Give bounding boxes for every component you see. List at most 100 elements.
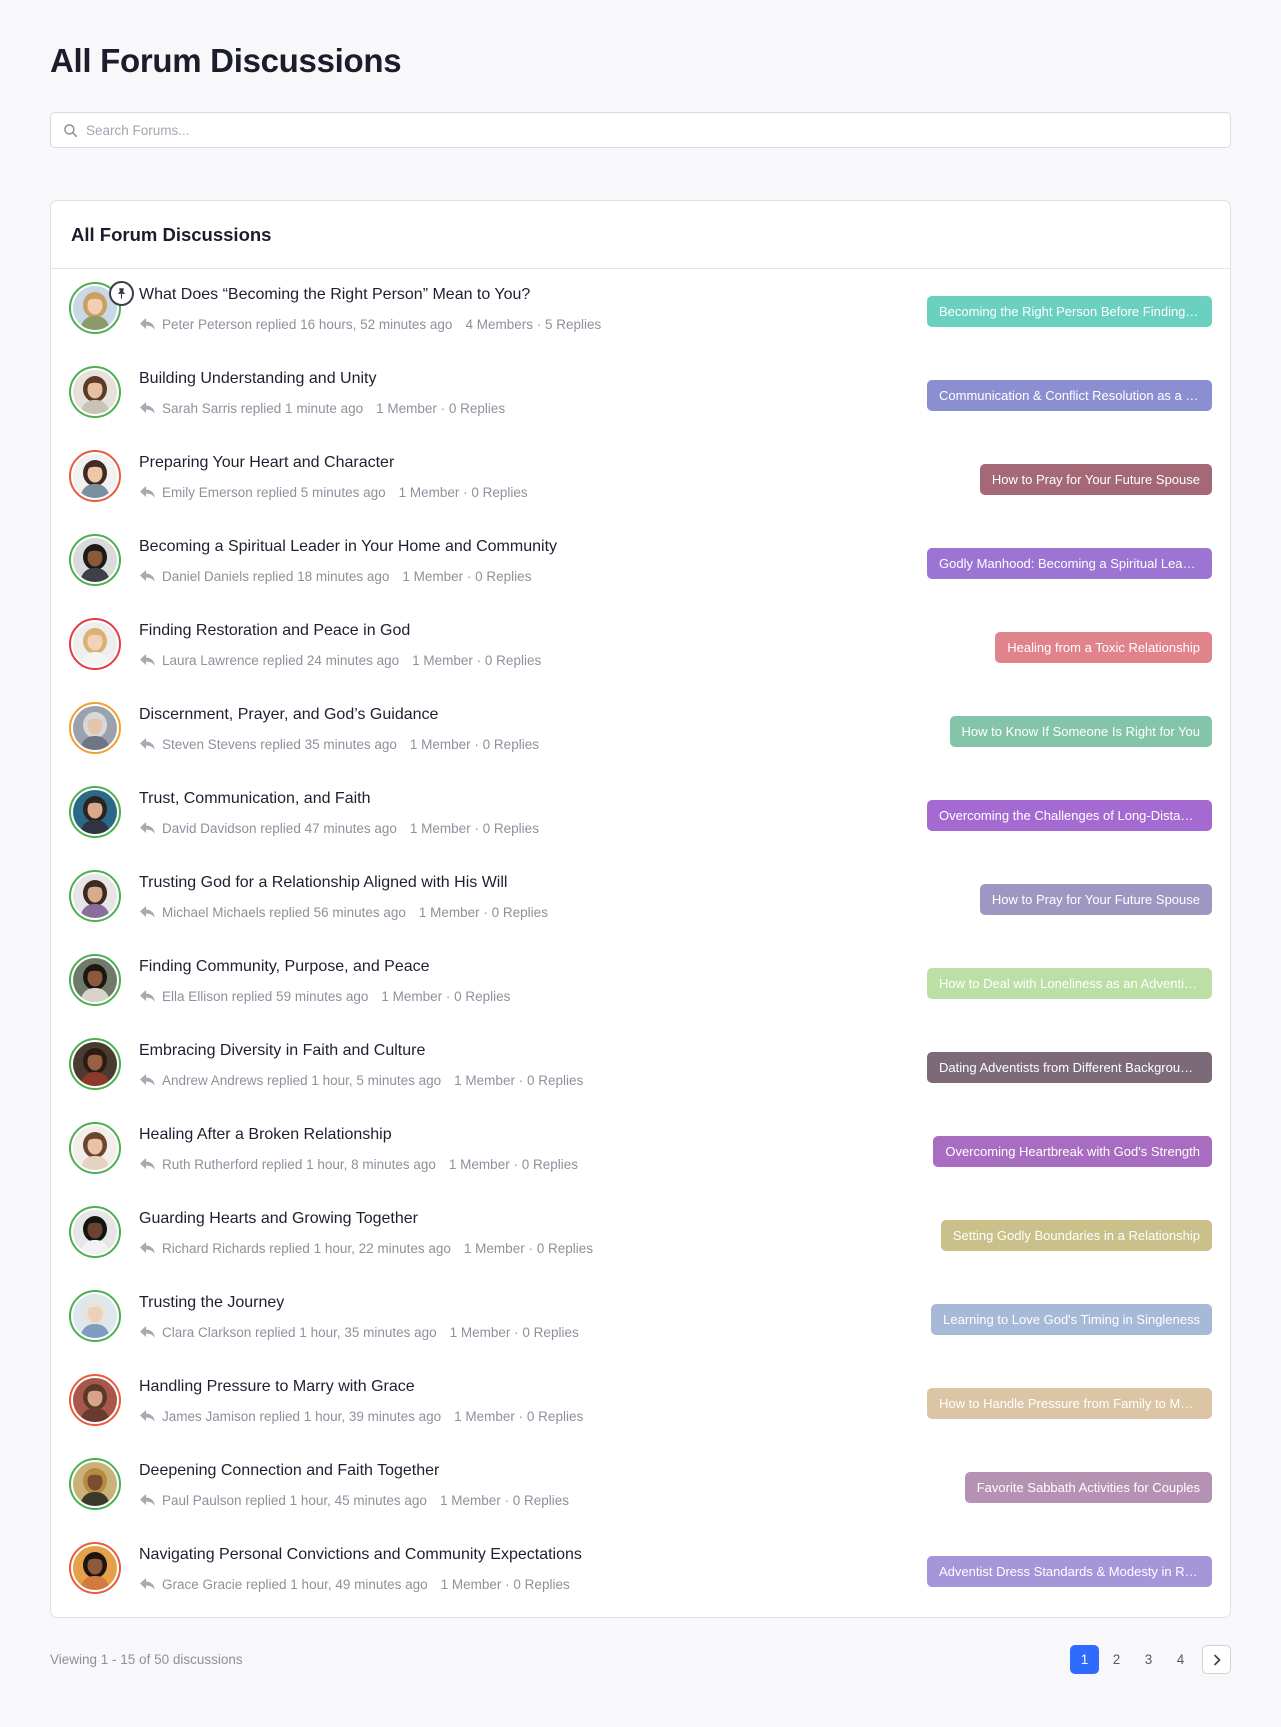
avatar[interactable] [69, 954, 121, 1006]
discussion-title[interactable]: Trust, Communication, and Faith [139, 790, 371, 808]
last-reply-info[interactable]: Clara Clarkson replied 1 hour, 35 minute… [162, 1325, 437, 1340]
discussion-title[interactable]: Becoming a Spiritual Leader in Your Home… [139, 538, 557, 556]
discussion-title[interactable]: Discernment, Prayer, and God’s Guidance [139, 706, 438, 724]
forum-tag[interactable]: Becoming the Right Person Before Finding… [927, 296, 1212, 327]
last-reply-info[interactable]: Laura Lawrence replied 24 minutes ago [162, 653, 399, 668]
page-2-button[interactable]: 2 [1102, 1645, 1131, 1674]
last-reply-info[interactable]: Daniel Daniels replied 18 minutes ago [162, 569, 389, 584]
avatar[interactable] [69, 366, 121, 418]
discussion-row[interactable]: Trusting the Journey Clara Clarkson repl… [51, 1277, 1230, 1361]
last-reply-info[interactable]: Paul Paulson replied 1 hour, 45 minutes … [162, 1493, 427, 1508]
discussion-row[interactable]: Healing After a Broken Relationship Ruth… [51, 1109, 1230, 1193]
next-page-button[interactable] [1202, 1645, 1231, 1674]
member-reply-count: 1 Member · 0 Replies [398, 484, 528, 500]
forum-tag[interactable]: How to Deal with Loneliness as an Advent… [927, 968, 1212, 999]
forum-tag[interactable]: Healing from a Toxic Relationship [995, 632, 1212, 663]
discussion-row[interactable]: Finding Restoration and Peace in God Lau… [51, 605, 1230, 689]
avatar[interactable] [69, 1374, 121, 1426]
reply-arrow-icon [140, 570, 155, 582]
avatar[interactable] [69, 1206, 121, 1258]
avatar[interactable] [69, 786, 121, 838]
discussion-title[interactable]: Handling Pressure to Marry with Grace [139, 1378, 415, 1396]
last-reply-info[interactable]: Ella Ellison replied 59 minutes ago [162, 989, 368, 1004]
discussion-title[interactable]: Deepening Connection and Faith Together [139, 1462, 439, 1480]
forum-tag[interactable]: Overcoming the Challenges of Long-Distan… [927, 800, 1212, 831]
discussion-row[interactable]: Handling Pressure to Marry with Grace Ja… [51, 1361, 1230, 1445]
forum-tag[interactable]: Learning to Love God's Timing in Singlen… [931, 1304, 1212, 1335]
discussion-row[interactable]: Trusting God for a Relationship Aligned … [51, 857, 1230, 941]
discussion-title[interactable]: Preparing Your Heart and Character [139, 454, 394, 472]
forum-tag[interactable]: Godly Manhood: Becoming a Spiritual Lead… [927, 548, 1212, 579]
forum-tag[interactable]: How to Handle Pressure from Family to Ma… [927, 1388, 1212, 1419]
avatar[interactable] [69, 1542, 121, 1594]
last-reply-info[interactable]: Steven Stevens replied 35 minutes ago [162, 737, 397, 752]
discussion-title[interactable]: Guarding Hearts and Growing Together [139, 1210, 418, 1228]
avatar-image [73, 790, 117, 834]
discussion-row[interactable]: Finding Community, Purpose, and Peace El… [51, 941, 1230, 1025]
person-icon [73, 370, 117, 414]
last-reply-info[interactable]: Ruth Rutherford replied 1 hour, 8 minute… [162, 1157, 436, 1172]
last-reply-info[interactable]: Grace Gracie replied 1 hour, 49 minutes … [162, 1577, 428, 1592]
last-reply-info[interactable]: Andrew Andrews replied 1 hour, 5 minutes… [162, 1073, 441, 1088]
card-title: All Forum Discussions [71, 223, 272, 245]
discussion-row[interactable]: Deepening Connection and Faith Together … [51, 1445, 1230, 1529]
forum-tag[interactable]: Communication & Conflict Resolution as a… [927, 380, 1212, 411]
discussion-row[interactable]: Embracing Diversity in Faith and Culture… [51, 1025, 1230, 1109]
discussion-row[interactable]: Trust, Communication, and Faith David Da… [51, 773, 1230, 857]
last-reply-info[interactable]: Richard Richards replied 1 hour, 22 minu… [162, 1241, 451, 1256]
discussion-row[interactable]: Building Understanding and Unity Sarah S… [51, 353, 1230, 437]
avatar[interactable] [69, 702, 121, 754]
last-reply-info[interactable]: Sarah Sarris replied 1 minute ago [162, 401, 363, 416]
discussion-title[interactable]: Navigating Personal Convictions and Comm… [139, 1546, 582, 1564]
avatar[interactable] [69, 534, 121, 586]
discussion-meta: Richard Richards replied 1 hour, 22 minu… [139, 1239, 593, 1257]
last-reply-info[interactable]: Peter Peterson replied 16 hours, 52 minu… [162, 317, 452, 332]
last-reply-info[interactable]: Emily Emerson replied 5 minutes ago [162, 485, 386, 500]
reply-arrow-icon [140, 906, 155, 918]
forum-tag[interactable]: How to Pray for Your Future Spouse [979, 464, 1212, 495]
search-input[interactable] [86, 122, 1186, 138]
search-bar[interactable] [50, 112, 1231, 148]
last-reply-info[interactable]: James Jamison replied 1 hour, 39 minutes… [162, 1409, 441, 1424]
discussion-title[interactable]: Trusting the Journey [139, 1294, 284, 1312]
forum-tag[interactable]: How to Pray for Your Future Spouse [979, 884, 1212, 915]
avatar[interactable] [69, 1458, 121, 1510]
forum-tag[interactable]: Overcoming Heartbreak with God's Strengt… [933, 1136, 1212, 1167]
avatar[interactable] [69, 450, 121, 502]
person-icon [73, 1546, 117, 1590]
avatar[interactable] [69, 1290, 121, 1342]
discussion-row[interactable]: Navigating Personal Convictions and Comm… [51, 1529, 1230, 1613]
discussion-title[interactable]: Healing After a Broken Relationship [139, 1126, 392, 1144]
discussion-title[interactable]: Trusting God for a Relationship Aligned … [139, 874, 507, 892]
avatar-image [73, 370, 117, 414]
discussion-row[interactable]: Discernment, Prayer, and God’s Guidance … [51, 689, 1230, 773]
discussion-title[interactable]: What Does “Becoming the Right Person” Me… [139, 286, 530, 304]
last-reply-info[interactable]: Michael Michaels replied 56 minutes ago [162, 905, 406, 920]
discussion-row[interactable]: What Does “Becoming the Right Person” Me… [51, 269, 1230, 353]
discussion-title[interactable]: Building Understanding and Unity [139, 370, 376, 388]
forum-tag[interactable]: How to Know If Someone Is Right for You [949, 716, 1212, 747]
forum-tag[interactable]: Setting Godly Boundaries in a Relationsh… [940, 1220, 1212, 1251]
person-icon [73, 1210, 117, 1254]
page-3-button[interactable]: 3 [1134, 1645, 1163, 1674]
forum-tag[interactable]: Dating Adventists from Different Backgro… [927, 1052, 1212, 1083]
discussion-title[interactable]: Embracing Diversity in Faith and Culture [139, 1042, 425, 1060]
page-1-button[interactable]: 1 [1070, 1645, 1099, 1674]
person-icon [73, 790, 117, 834]
member-reply-count: 1 Member · 0 Replies [454, 1072, 584, 1088]
page-4-button[interactable]: 4 [1166, 1645, 1195, 1674]
discussion-row[interactable]: Preparing Your Heart and Character Emily… [51, 437, 1230, 521]
discussion-row[interactable]: Guarding Hearts and Growing Together Ric… [51, 1193, 1230, 1277]
member-reply-count: 1 Member · 0 Replies [418, 904, 548, 920]
member-reply-count: 1 Member · 0 Replies [376, 400, 506, 416]
forum-tag[interactable]: Adventist Dress Standards & Modesty in R… [927, 1556, 1212, 1587]
discussion-title[interactable]: Finding Restoration and Peace in God [139, 622, 410, 640]
avatar[interactable] [69, 1122, 121, 1174]
discussion-title[interactable]: Finding Community, Purpose, and Peace [139, 958, 430, 976]
forum-tag[interactable]: Favorite Sabbath Activities for Couples [964, 1472, 1212, 1503]
avatar[interactable] [69, 618, 121, 670]
discussion-row[interactable]: Becoming a Spiritual Leader in Your Home… [51, 521, 1230, 605]
avatar[interactable] [69, 1038, 121, 1090]
last-reply-info[interactable]: David Davidson replied 47 minutes ago [162, 821, 397, 836]
avatar[interactable] [69, 870, 121, 922]
